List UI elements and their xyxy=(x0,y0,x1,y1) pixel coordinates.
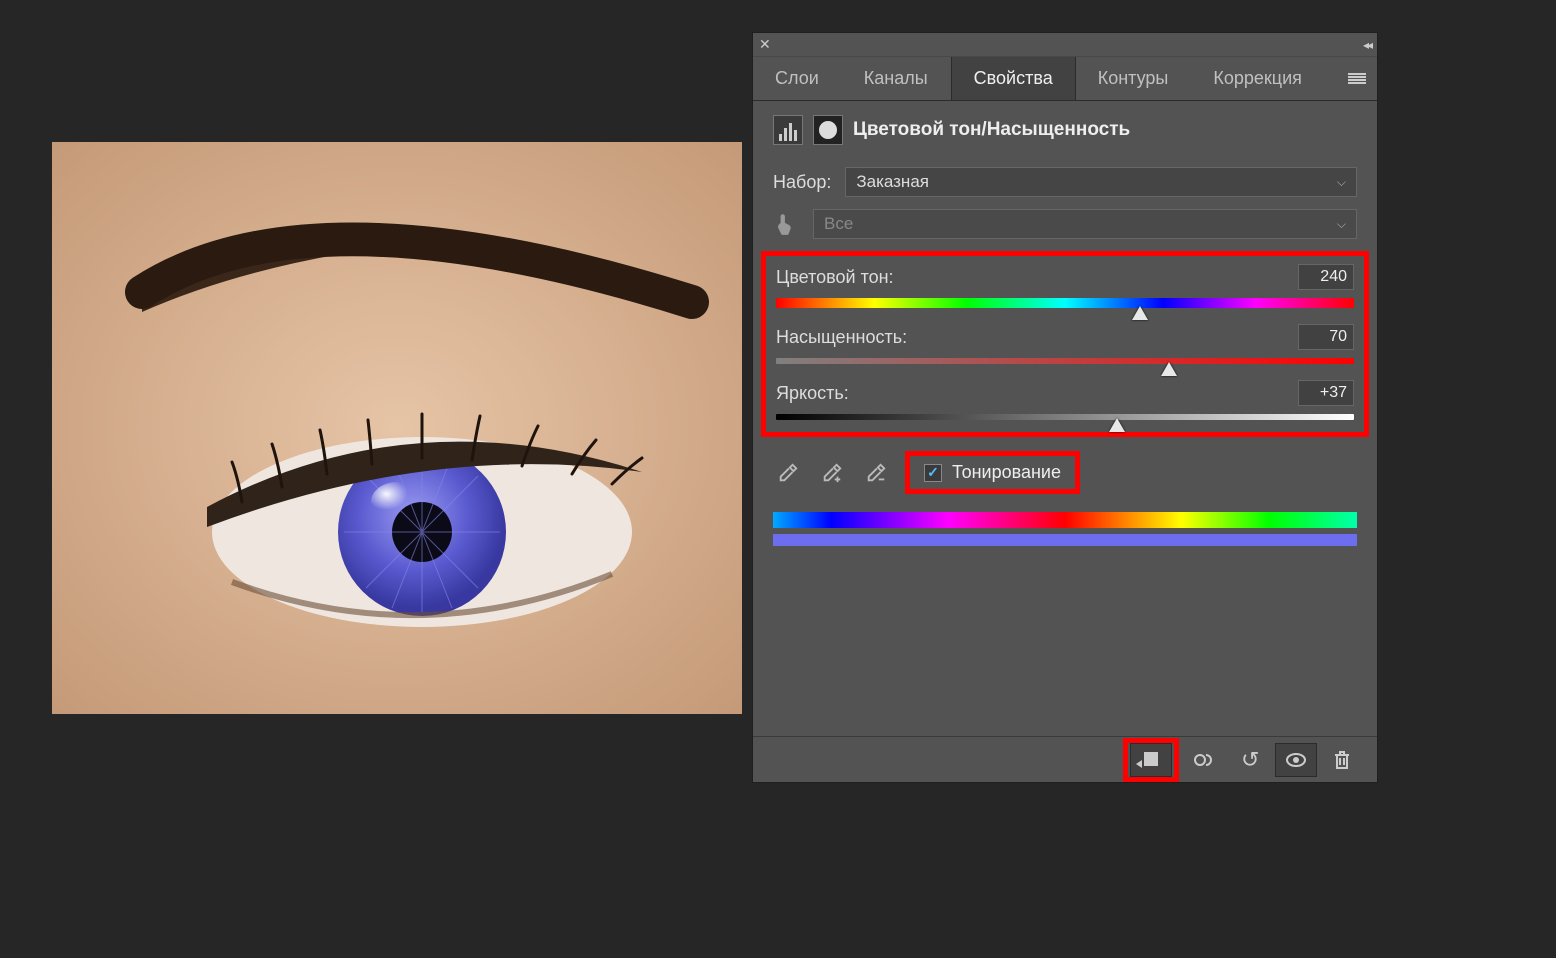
color-range-value: Все xyxy=(824,214,853,234)
saturation-slider-thumb[interactable] xyxy=(1161,362,1177,376)
color-range-select[interactable]: Все ⌵ xyxy=(813,209,1357,239)
colorize-highlight-box: Тонирование xyxy=(905,451,1080,494)
saturation-slider[interactable] xyxy=(776,358,1354,364)
panel-tabs: Слои Каналы Свойства Контуры Коррекция xyxy=(753,57,1377,101)
hue-value[interactable]: 240 xyxy=(1298,264,1354,290)
preset-value: Заказная xyxy=(856,172,929,192)
layer-mask-icon[interactable] xyxy=(813,115,843,145)
lightness-slider-group: Яркость: +37 xyxy=(776,380,1354,420)
preset-label: Набор: xyxy=(773,172,831,193)
panel-menu-icon[interactable] xyxy=(1337,57,1377,100)
hue-slider-group: Цветовой тон: 240 xyxy=(776,264,1354,308)
chevron-down-icon: ⌵ xyxy=(1337,217,1346,232)
colorize-checkbox[interactable] xyxy=(924,464,942,482)
spectrum-bar-input xyxy=(773,512,1357,528)
spectrum-bar-output xyxy=(773,534,1357,546)
eyedropper-row: Тонирование xyxy=(773,451,1357,494)
range-row: Все ⌵ xyxy=(773,209,1357,239)
preset-row: Набор: Заказная ⌵ xyxy=(773,167,1357,197)
colorize-label: Тонирование xyxy=(952,462,1061,483)
tab-properties[interactable]: Свойства xyxy=(951,57,1076,100)
lightness-slider[interactable] xyxy=(776,414,1354,420)
chevron-down-icon: ⌵ xyxy=(1337,175,1346,190)
tab-paths[interactable]: Контуры xyxy=(1076,57,1192,100)
adjustment-header: Цветовой тон/Насыщенность xyxy=(773,115,1357,145)
hue-slider-thumb[interactable] xyxy=(1132,306,1148,320)
clip-to-layer-button[interactable] xyxy=(1130,743,1172,777)
panel-footer: ↻ xyxy=(753,736,1377,782)
hue-label: Цветовой тон: xyxy=(776,267,894,288)
eyedropper-add-icon[interactable] xyxy=(817,458,847,488)
saturation-label: Насыщенность: xyxy=(776,327,907,348)
lightness-label: Яркость: xyxy=(776,383,849,404)
saturation-value[interactable]: 70 xyxy=(1298,324,1354,350)
collapse-icon[interactable]: ◂◂ xyxy=(1363,38,1371,52)
tab-layers[interactable]: Слои xyxy=(753,57,842,100)
properties-body: Цветовой тон/Насыщенность Набор: Заказна… xyxy=(753,101,1377,566)
clip-button-highlight xyxy=(1123,738,1179,782)
close-icon[interactable]: ✕ xyxy=(759,36,771,53)
properties-panel: ✕ ◂◂ Слои Каналы Свойства Контуры Коррек… xyxy=(752,32,1378,783)
tab-adjustments[interactable]: Коррекция xyxy=(1191,57,1325,100)
eyedropper-icon[interactable] xyxy=(773,458,803,488)
hue-sat-icon xyxy=(773,115,803,145)
delete-adjustment-button[interactable] xyxy=(1321,743,1363,777)
adjustment-title: Цветовой тон/Насыщенность xyxy=(853,119,1130,141)
toggle-visibility-button[interactable] xyxy=(1275,743,1317,777)
reset-button[interactable]: ↻ xyxy=(1229,743,1271,777)
sliders-highlight-box: Цветовой тон: 240 Насыщенность: 70 Я xyxy=(761,251,1369,437)
panel-topbar: ✕ ◂◂ xyxy=(753,33,1377,57)
canvas-image[interactable] xyxy=(52,142,742,714)
eyedropper-subtract-icon[interactable] xyxy=(861,458,891,488)
lightness-slider-thumb[interactable] xyxy=(1109,418,1125,432)
eye-image xyxy=(52,142,742,714)
lightness-value[interactable]: +37 xyxy=(1298,380,1354,406)
preset-select[interactable]: Заказная ⌵ xyxy=(845,167,1357,197)
saturation-slider-group: Насыщенность: 70 xyxy=(776,324,1354,364)
targeted-adjust-icon[interactable] xyxy=(773,211,799,237)
view-previous-state-button[interactable] xyxy=(1183,743,1225,777)
hue-slider[interactable] xyxy=(776,298,1354,308)
tab-channels[interactable]: Каналы xyxy=(842,57,951,100)
